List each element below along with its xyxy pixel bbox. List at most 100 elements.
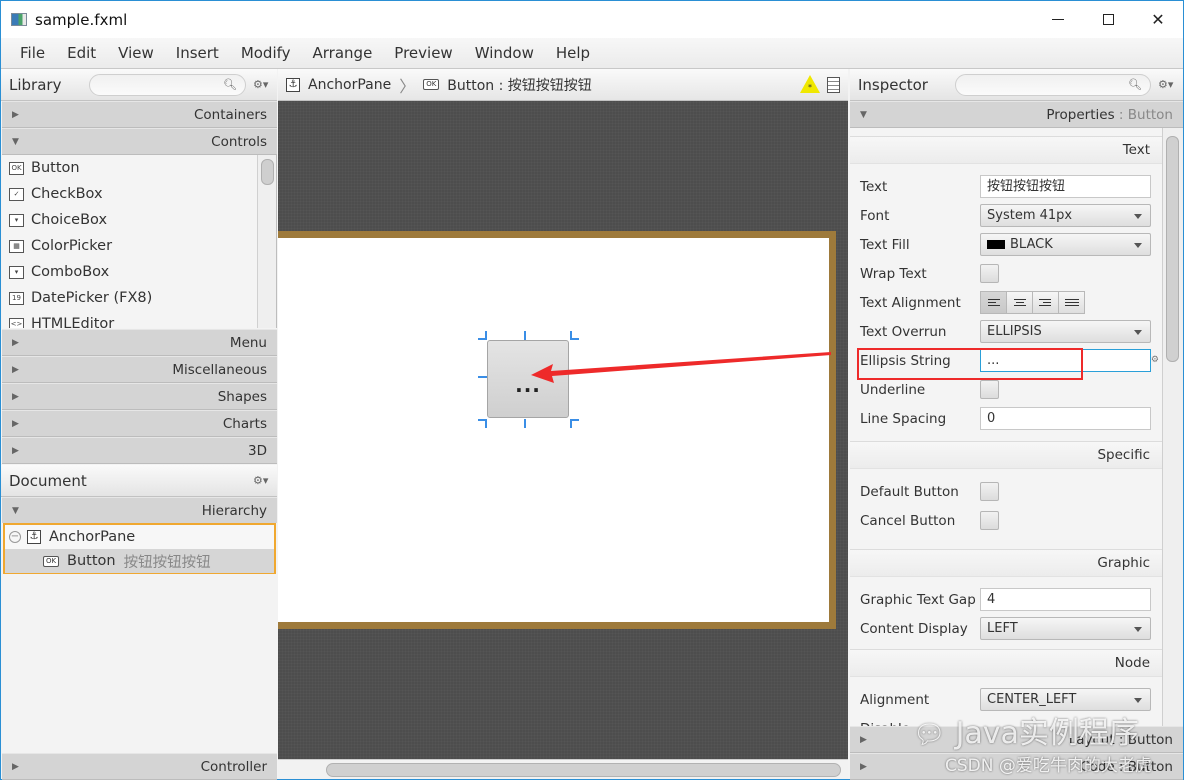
expand-triangle-icon: ▶ xyxy=(12,391,19,402)
library-item-choicebox[interactable]: ▾ ChoiceBox xyxy=(2,207,277,233)
resize-handle-ne[interactable] xyxy=(570,331,579,340)
library-item-checkbox[interactable]: ✓ CheckBox xyxy=(2,181,277,207)
close-button[interactable]: ✕ xyxy=(1133,1,1183,38)
menu-preview[interactable]: Preview xyxy=(383,44,463,62)
graphic-text-gap-field[interactable]: 4 xyxy=(980,588,1151,611)
align-left-button[interactable] xyxy=(980,291,1007,314)
library-scrollbar[interactable] xyxy=(257,155,277,328)
inspector-header: Inspector 🔍︎ ⚙▾ xyxy=(850,69,1183,101)
expand-triangle-icon: ▶ xyxy=(12,418,19,429)
tree-item-anchorpane[interactable]: − ⚓ AnchorPane xyxy=(5,525,274,549)
document-icon[interactable] xyxy=(827,77,840,93)
inspector-scroll-thumb[interactable] xyxy=(1166,136,1179,362)
align-center-button[interactable] xyxy=(1006,291,1033,314)
line-spacing-field[interactable]: 0 xyxy=(980,407,1151,430)
prop-default-button: Default Button xyxy=(850,477,1162,506)
window-title: sample.fxml xyxy=(35,10,128,29)
library-section-menu[interactable]: ▶ Menu xyxy=(2,329,277,356)
inspector-search-input[interactable]: 🔍︎ xyxy=(955,74,1151,96)
library-item-colorpicker[interactable]: ▦ ColorPicker xyxy=(2,233,277,259)
layout-section[interactable]: ▶ Layout : Button xyxy=(850,726,1183,753)
canvas-scroll-thumb[interactable] xyxy=(326,763,841,777)
property-gear-icon[interactable]: ⚙ xyxy=(1151,355,1159,365)
breadcrumb-button[interactable]: Button : 按钮按钮按钮 xyxy=(447,75,592,95)
menu-view[interactable]: View xyxy=(107,44,165,62)
app-window: sample.fxml ✕ File Edit View Insert Modi… xyxy=(0,0,1184,780)
inspector-gear-icon[interactable]: ⚙▾ xyxy=(1158,78,1173,91)
cancel-button-checkbox[interactable] xyxy=(980,511,999,530)
tree-item-button[interactable]: OK Button 按钮按钮按钮 xyxy=(5,549,274,573)
title-bar: sample.fxml ✕ xyxy=(1,1,1183,38)
wrap-text-checkbox[interactable] xyxy=(980,264,999,283)
content-display-dropdown[interactable]: LEFT xyxy=(980,617,1151,640)
menu-edit[interactable]: Edit xyxy=(56,44,107,62)
maximize-icon xyxy=(1102,14,1114,25)
minimize-button[interactable] xyxy=(1033,1,1083,38)
library-section-controls[interactable]: ▼ Controls xyxy=(2,128,277,155)
anchorpane-stage[interactable]: ... xyxy=(278,231,836,629)
ok-button-icon: OK xyxy=(43,555,59,567)
inspector-scrollbar[interactable] xyxy=(1162,128,1183,728)
library-scroll-thumb[interactable] xyxy=(261,159,274,185)
search-icon: 🔍︎ xyxy=(223,78,237,91)
underline-checkbox[interactable] xyxy=(980,380,999,399)
resize-handle-w[interactable] xyxy=(478,376,487,378)
breadcrumb-anchorpane[interactable]: AnchorPane xyxy=(308,77,391,93)
controller-section[interactable]: ▶ Controller xyxy=(2,753,277,780)
document-header: Document ⚙▾ xyxy=(1,465,277,497)
library-item-combobox[interactable]: ▾ ComboBox xyxy=(2,259,277,285)
inspector-title: Inspector xyxy=(858,75,928,94)
menu-insert[interactable]: Insert xyxy=(165,44,230,62)
menu-file[interactable]: File xyxy=(9,44,56,62)
ok-button-icon: OK xyxy=(423,79,440,90)
menu-modify[interactable]: Modify xyxy=(230,44,302,62)
anchor-icon: ⚓ xyxy=(286,77,300,92)
library-header: Library 🔍︎ ⚙▾ xyxy=(1,69,277,101)
menu-window[interactable]: Window xyxy=(464,44,545,62)
collapse-icon[interactable]: − xyxy=(9,531,21,543)
library-section-shapes[interactable]: ▶ Shapes xyxy=(2,383,277,410)
library-section-containers[interactable]: ▶ Containers xyxy=(2,101,277,128)
menu-arrange[interactable]: Arrange xyxy=(302,44,384,62)
library-section-miscellaneous[interactable]: ▶ Miscellaneous xyxy=(2,356,277,383)
app-icon xyxy=(11,13,27,26)
text-field[interactable]: 按钮按钮按钮 xyxy=(980,175,1151,198)
text-fill-dropdown[interactable]: BLACK xyxy=(980,233,1151,256)
resize-handle-s[interactable] xyxy=(524,419,526,428)
library-gear-icon[interactable]: ⚙▾ xyxy=(253,78,268,91)
minimize-icon xyxy=(1052,19,1064,20)
library-item-datepicker[interactable]: 19 DatePicker (FX8) xyxy=(2,285,277,311)
chevron-down-icon xyxy=(1134,698,1142,703)
htmleditor-icon: <> xyxy=(9,317,24,328)
default-button-checkbox[interactable] xyxy=(980,482,999,501)
canvas-horizontal-scrollbar[interactable] xyxy=(278,759,848,779)
library-section-charts[interactable]: ▶ Charts xyxy=(2,410,277,437)
annotation-highlight-box xyxy=(857,348,1083,380)
library-item-htmleditor[interactable]: <> HTMLEditor xyxy=(2,311,277,328)
text-overrun-dropdown[interactable]: ELLIPSIS xyxy=(980,320,1151,343)
document-gear-icon[interactable]: ⚙▾ xyxy=(253,474,268,487)
library-search-input[interactable]: 🔍︎ xyxy=(89,74,246,96)
resize-handle-n[interactable] xyxy=(524,331,526,340)
font-dropdown[interactable]: System 41px xyxy=(980,204,1151,227)
prop-text-overrun: Text Overrun ELLIPSIS xyxy=(850,317,1162,346)
code-section[interactable]: ▶ Code : Button xyxy=(850,753,1183,780)
resize-handle-se[interactable] xyxy=(570,419,579,428)
library-title: Library xyxy=(9,75,62,94)
prop-cancel-button: Cancel Button xyxy=(850,506,1162,535)
hierarchy-section[interactable]: ▼ Hierarchy xyxy=(2,497,277,524)
align-justify-button[interactable] xyxy=(1058,291,1085,314)
library-item-button[interactable]: OK Button xyxy=(2,155,277,181)
alignment-dropdown[interactable]: CENTER_LEFT xyxy=(980,688,1151,711)
resize-handle-sw[interactable] xyxy=(478,419,487,428)
maximize-button[interactable] xyxy=(1083,1,1133,38)
library-section-3d[interactable]: ▶ 3D xyxy=(2,437,277,464)
resize-handle-nw[interactable] xyxy=(478,331,487,340)
close-icon: ✕ xyxy=(1151,10,1165,29)
document-title: Document xyxy=(9,471,87,490)
align-right-button[interactable] xyxy=(1032,291,1059,314)
canvas-button[interactable]: ... xyxy=(487,340,569,418)
design-canvas[interactable]: ... xyxy=(278,101,848,759)
properties-section[interactable]: ▼ Properties : Button xyxy=(850,101,1183,128)
menu-help[interactable]: Help xyxy=(545,44,601,62)
